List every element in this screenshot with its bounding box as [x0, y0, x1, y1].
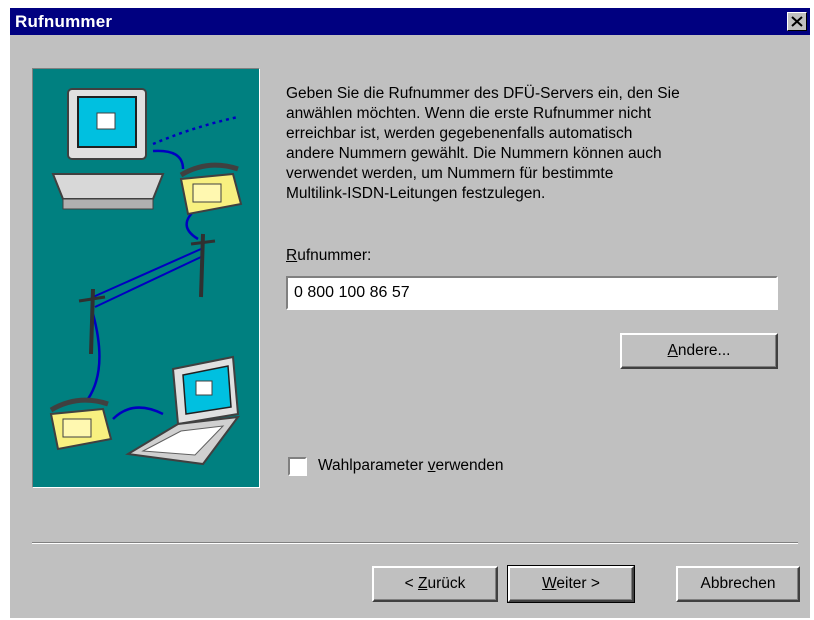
back-button-label: urück [427, 575, 466, 592]
instructions-line: anwählen möchten. Wenn die erste Rufnumm… [286, 105, 652, 122]
instructions-line: andere Nummern gewählt. Die Nummern könn… [286, 145, 662, 162]
next-button[interactable]: Weiter > [507, 565, 635, 603]
other-numbers-label: ndere... [677, 342, 731, 359]
other-numbers-mnemonic: A [667, 342, 678, 359]
back-button[interactable]: < Zurück [372, 566, 498, 602]
close-button[interactable] [787, 12, 807, 31]
next-button-label: eiter > [556, 575, 600, 592]
dialup-illustration [32, 68, 260, 488]
instructions-line: verwendet werden, um Nummern für bestimm… [286, 165, 614, 182]
instructions-line: erreichbar ist, werden gegebenenfalls au… [286, 125, 633, 142]
button-separator [32, 542, 798, 544]
network-illustration-icon [49, 88, 243, 466]
phone-number-label: Rufnummer: [286, 247, 371, 265]
next-button-mnemonic: W [542, 575, 557, 592]
phone-number-input[interactable] [286, 276, 778, 310]
dialog-window: Rufnummer Geben Sie die Rufnummer des DF… [10, 8, 810, 618]
title-bar[interactable]: Rufnummer [10, 8, 810, 35]
instructions-line: Multilink-ISDN-Leitungen festzulegen. [286, 185, 546, 202]
dialing-rules-checkbox[interactable] [288, 457, 307, 476]
close-icon [791, 16, 803, 27]
phone-number-label-text: ufnummer: [297, 247, 372, 264]
instructions-text: Geben Sie die Rufnummer des DFÜ-Servers … [286, 84, 796, 204]
dialing-rules-label[interactable]: Wahlparameter verwenden [318, 457, 504, 475]
cancel-button[interactable]: Abbrechen [676, 566, 800, 602]
back-button-prefix: < [404, 575, 418, 592]
window-title: Rufnummer [15, 12, 113, 31]
dialing-rules-label-text-end: erwenden [435, 457, 504, 474]
phone-number-label-mnemonic: R [286, 247, 298, 264]
other-numbers-button[interactable]: Andere... [620, 333, 778, 369]
instructions-line: Geben Sie die Rufnummer des DFÜ-Servers … [286, 85, 680, 102]
dialing-rules-label-text: Wahlparameter [318, 457, 428, 474]
